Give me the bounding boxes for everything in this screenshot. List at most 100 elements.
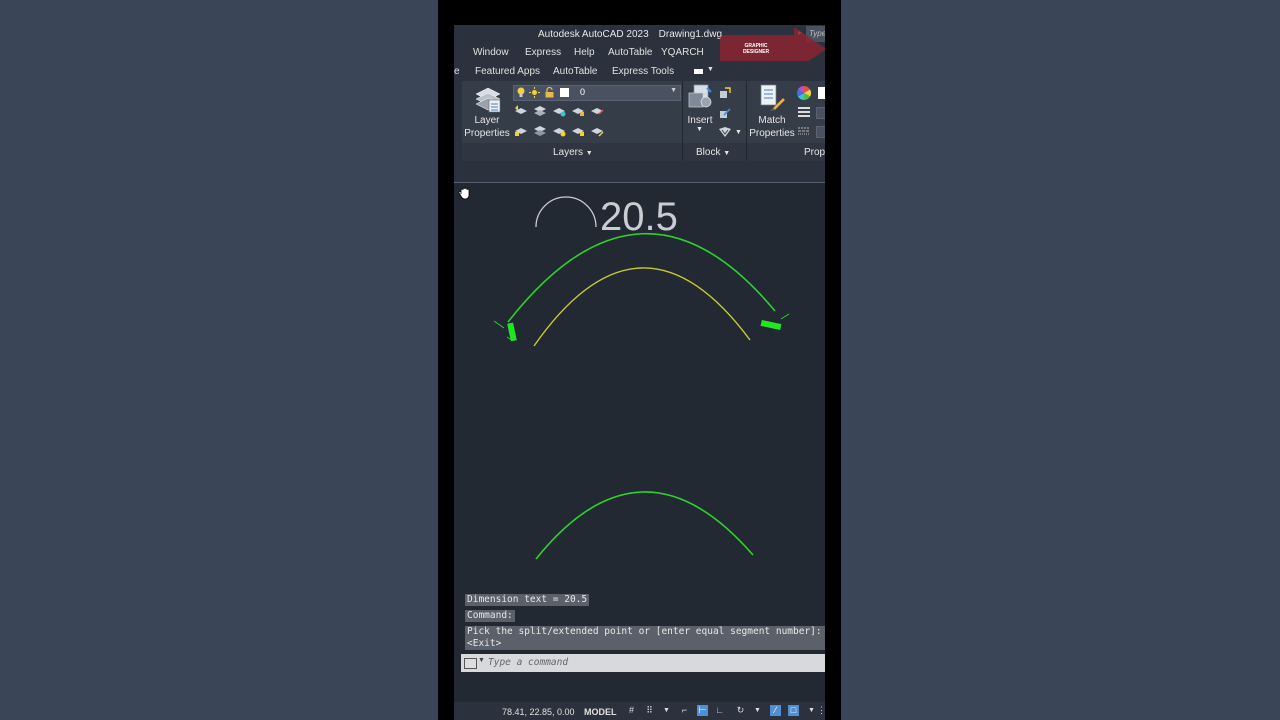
color-wheel-icon[interactable] — [797, 86, 811, 100]
layer-properties-line2: Properties — [464, 128, 510, 139]
tab-express-tools[interactable]: Express Tools — [612, 66, 674, 77]
menu-autotable[interactable]: AutoTable — [608, 47, 652, 58]
tab-autotable[interactable]: AutoTable — [553, 66, 597, 77]
grid-icon[interactable]: # — [626, 705, 637, 716]
dimension-arc-symbol-icon — [535, 196, 597, 228]
window-title: Autodesk AutoCAD 2023 Drawing1.dwg — [538, 29, 732, 40]
panel-divider — [682, 81, 683, 161]
chevron-down-icon[interactable]: ▼ — [707, 66, 714, 73]
lineweight-icon[interactable] — [797, 107, 811, 117]
block-panel-title[interactable]: Block ▼ — [696, 146, 730, 160]
grip-right[interactable] — [760, 319, 782, 331]
drawing-canvas[interactable]: 20.5 — [457, 185, 825, 655]
app-title: Autodesk AutoCAD 2023 — [538, 29, 649, 40]
lightbulb-icon[interactable] — [516, 87, 526, 98]
layer-tool-icon[interactable] — [552, 125, 566, 137]
more-icon[interactable]: ⋮ — [816, 705, 825, 716]
command-history-line: <Exit> — [465, 638, 825, 650]
layer-properties-icon[interactable] — [473, 84, 503, 114]
menu-window[interactable]: Window — [473, 47, 509, 58]
tab-featured-apps[interactable]: Featured Apps — [475, 66, 540, 77]
drawing-svg: 20.5 — [493, 195, 790, 560]
video-frame: Autodesk AutoCAD 2023Drawing1.dwg ▸ Type… — [438, 0, 841, 720]
menu-help[interactable]: Help — [574, 47, 595, 58]
layers-panel-label: Layers — [553, 147, 584, 158]
chevron-down-icon[interactable]: ▼ — [735, 126, 742, 139]
layer-properties-line1: Layer — [474, 115, 500, 126]
polar-tracking-icon[interactable]: ↻ — [735, 705, 746, 716]
chevron-down-icon[interactable]: ▼ — [670, 87, 677, 94]
layer-tool-icon[interactable] — [571, 105, 585, 117]
autocad-window: Autodesk AutoCAD 2023Drawing1.dwg ▸ Type… — [454, 25, 825, 720]
edit-block-icon[interactable] — [719, 107, 731, 119]
dimension-text: 20.5 — [600, 195, 678, 239]
menu-yqarch[interactable]: YQARCH — [661, 47, 704, 58]
chevron-down-icon[interactable]: ▼ — [478, 657, 485, 664]
match-properties-button[interactable]: Match Properties — [748, 114, 796, 140]
panel-divider — [746, 81, 747, 161]
letterbox-left — [0, 0, 438, 720]
workspace-icon[interactable] — [694, 69, 703, 74]
layer-tool-icon[interactable] — [514, 125, 528, 137]
command-placeholder: Type a command — [488, 657, 569, 668]
lineweight-dropdown[interactable] — [816, 107, 825, 119]
layer-name: 0 — [580, 87, 586, 97]
layer-tool-icon[interactable] — [533, 105, 547, 117]
block-panel-label: Block — [696, 147, 721, 158]
chevron-down-icon[interactable]: ▼ — [723, 150, 730, 157]
insert-block-icon[interactable] — [686, 83, 714, 113]
arc-green-upper[interactable] — [507, 232, 776, 323]
model-space-button[interactable]: MODEL — [584, 707, 617, 717]
layer-tool-icon[interactable] — [533, 125, 547, 137]
chevron-down-icon[interactable]: ▼ — [586, 150, 593, 157]
ortho-icon[interactable]: ∟ — [714, 705, 725, 716]
layer-properties-button[interactable]: Layer Properties — [462, 114, 512, 140]
match-properties-icon[interactable] — [758, 83, 786, 113]
layer-dropdown[interactable]: 0 ▼ — [513, 85, 681, 101]
letterbox-right — [841, 0, 1280, 720]
properties-panel-title[interactable]: Prope — [804, 146, 825, 159]
status-bar: 78.41, 22.85, 0.00 MODEL # ⠿ ▼ ⌐ ⊢ ∟ ↻ ▼… — [454, 702, 825, 720]
object-snap-icon[interactable]: □ — [788, 705, 799, 716]
panel-title-bar — [462, 143, 825, 161]
create-block-icon[interactable] — [719, 87, 731, 99]
grip-tick — [780, 313, 790, 320]
watermark-text: GRAPHIC DESIGNER — [742, 43, 770, 55]
arc-yellow-inner[interactable] — [533, 267, 751, 347]
property-color-swatch[interactable] — [818, 87, 825, 99]
file-name: Drawing1.dwg — [658, 29, 723, 40]
ribbon-left-edge — [454, 81, 462, 161]
layer-tool-icon[interactable] — [590, 125, 604, 137]
chevron-down-icon[interactable]: ▼ — [752, 705, 763, 716]
unlock-icon[interactable] — [544, 87, 555, 98]
snap-grid-icon[interactable]: ⠿ — [644, 705, 655, 716]
command-history-line: Pick the split/extended point or [enter … — [465, 626, 825, 638]
linetype-dropdown[interactable] — [816, 126, 825, 138]
chevron-down-icon[interactable]: ▼ — [696, 123, 703, 136]
command-input[interactable]: ▼ Type a command — [461, 654, 825, 672]
linetype-icon[interactable] — [797, 127, 811, 135]
divider — [454, 182, 825, 183]
match-properties-line2: Properties — [749, 128, 795, 139]
coordinates-readout[interactable]: 78.41, 22.85, 0.00 — [502, 707, 575, 717]
block-attribute-icon[interactable] — [718, 126, 732, 138]
layers-panel-title[interactable]: Layers ▼ — [553, 146, 593, 160]
command-window-icon[interactable] — [464, 658, 477, 669]
arc-green-lower[interactable] — [535, 491, 754, 560]
isometric-drafting-icon[interactable]: ⁄ — [770, 705, 781, 716]
chevron-down-icon[interactable]: ▼ — [661, 705, 672, 716]
layer-color-swatch[interactable] — [560, 88, 569, 97]
file-tab-strip — [454, 161, 825, 183]
grip-tick — [493, 320, 505, 329]
snap-mode-icon[interactable]: ⊢ — [697, 705, 708, 716]
infer-constraints-icon[interactable]: ⌐ — [679, 705, 690, 716]
layer-tool-icon[interactable] — [571, 125, 585, 137]
layer-tool-icon[interactable] — [552, 105, 566, 117]
ribbon: Layer Properties 0 ▼ Layers ▼ Insert ▼ ▼… — [454, 81, 825, 161]
layer-tool-icon[interactable] — [590, 105, 604, 117]
sun-icon[interactable] — [529, 87, 540, 98]
menu-express[interactable]: Express — [525, 47, 561, 58]
pan-hand-cursor-icon — [458, 187, 470, 200]
layer-tool-icon[interactable] — [514, 105, 528, 117]
tab-partial[interactable]: e — [454, 66, 460, 77]
